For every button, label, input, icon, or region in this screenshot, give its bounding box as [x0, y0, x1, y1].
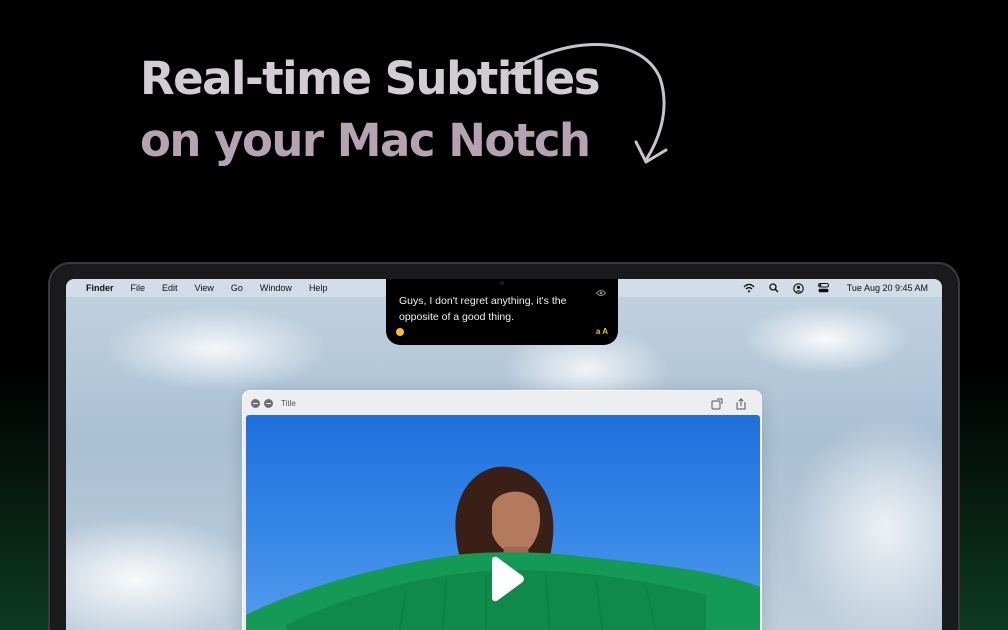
- close-icon[interactable]: [251, 398, 260, 408]
- search-icon[interactable]: [769, 283, 779, 293]
- eye-icon[interactable]: [596, 289, 606, 297]
- play-icon[interactable]: [486, 556, 526, 602]
- menu-view[interactable]: View: [195, 283, 214, 293]
- curved-arrow-icon: [506, 43, 668, 164]
- user-icon[interactable]: [793, 282, 804, 294]
- menu-help[interactable]: Help: [309, 283, 328, 293]
- menu-file[interactable]: File: [131, 283, 146, 293]
- control-center-icon[interactable]: [817, 283, 829, 293]
- menu-finder[interactable]: Finder: [86, 283, 114, 293]
- window-title: Title: [281, 398, 296, 408]
- font-size-control[interactable]: a A: [596, 327, 608, 336]
- window-titlebar: Title: [243, 391, 761, 415]
- menu-window[interactable]: Window: [260, 283, 292, 293]
- menu-edit[interactable]: Edit: [162, 283, 178, 293]
- share-icon[interactable]: [735, 397, 747, 410]
- pip-icon[interactable]: [711, 397, 723, 410]
- menu-clock[interactable]: Tue Aug 20 9:45 AM: [847, 283, 928, 293]
- subtitle-text: Guys, I don't regret anything, it's the …: [399, 295, 567, 323]
- video-player-window: Title: [242, 390, 762, 630]
- wifi-icon[interactable]: [743, 283, 755, 293]
- video-frame[interactable]: [246, 415, 760, 630]
- menu-go[interactable]: Go: [231, 283, 243, 293]
- camera-dot: [500, 281, 504, 285]
- notch-subtitles-panel: Guys, I don't regret anything, it's the …: [386, 279, 618, 345]
- minimize-icon[interactable]: [264, 398, 273, 408]
- record-indicator-icon[interactable]: [396, 328, 404, 336]
